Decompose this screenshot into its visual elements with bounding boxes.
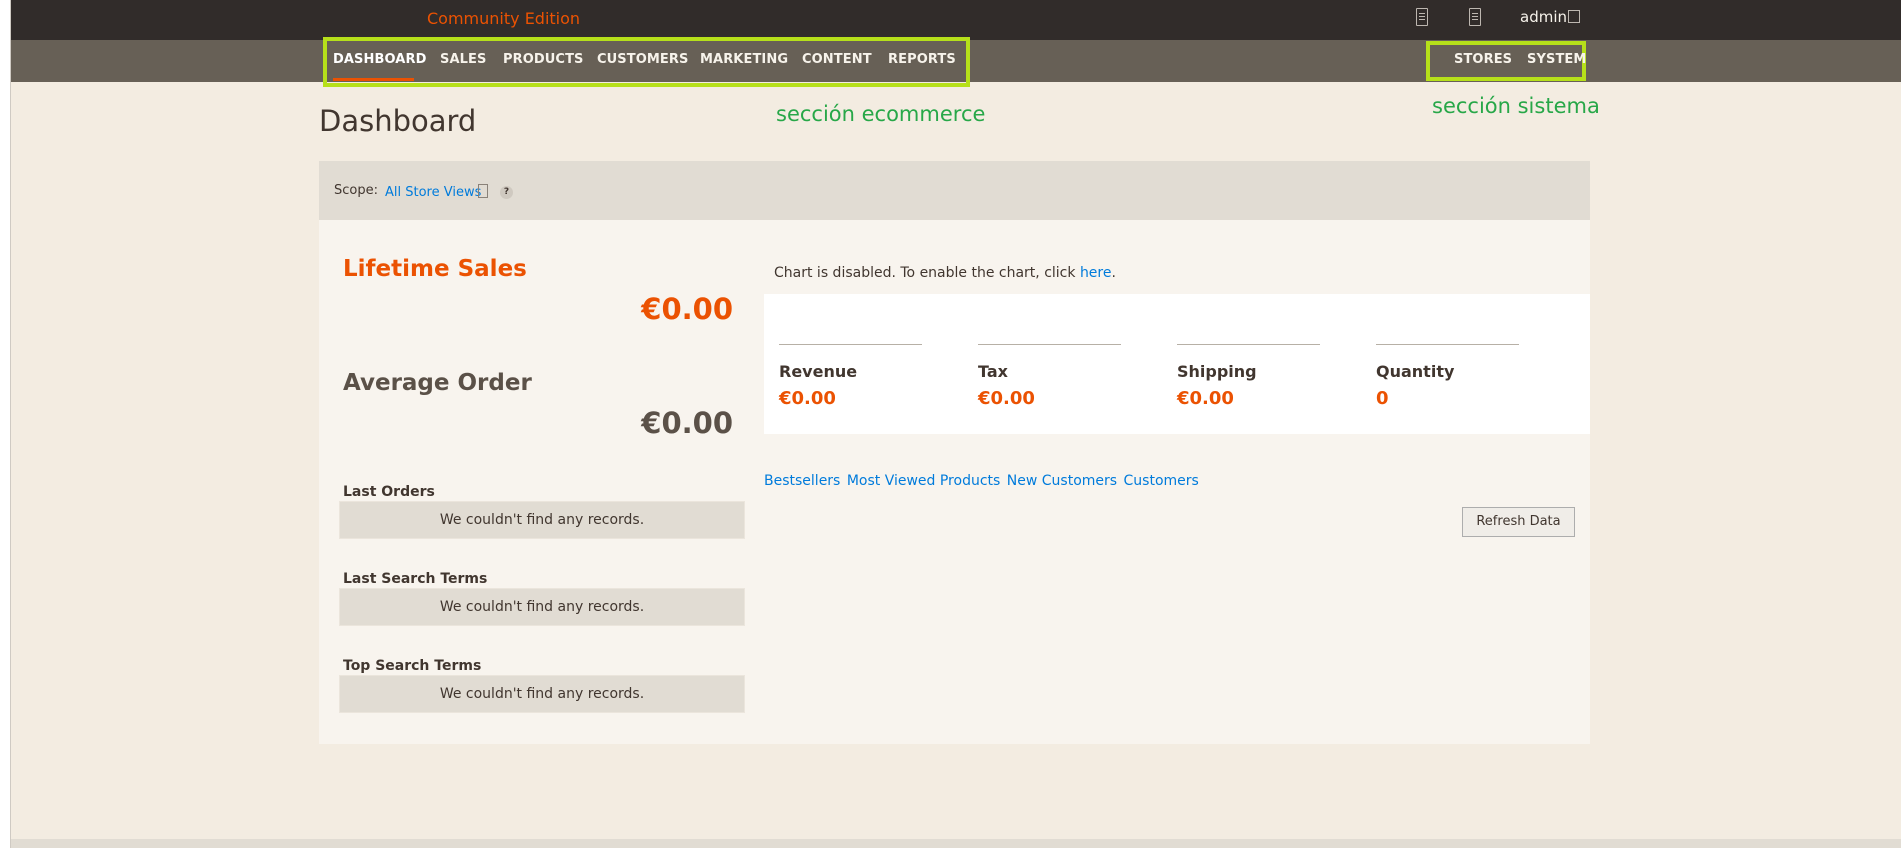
tax-divider <box>978 344 1121 345</box>
revenue-divider <box>779 344 922 345</box>
nav-sales[interactable]: SALES <box>440 52 486 67</box>
shipping-value: €0.00 <box>1177 388 1234 409</box>
system-messages-icon[interactable] <box>1469 8 1481 26</box>
nav-content[interactable]: CONTENT <box>802 52 872 67</box>
top-bar <box>11 0 1901 40</box>
footer-strip <box>11 839 1901 848</box>
last-search-terms-title: Last Search Terms <box>343 571 488 587</box>
quantity-label: Quantity <box>1376 362 1455 381</box>
lifetime-sales-label: Lifetime Sales <box>343 256 527 282</box>
help-icon[interactable]: ? <box>500 186 513 199</box>
notifications-icon[interactable] <box>1416 8 1428 26</box>
dashboard-tabs: Bestsellers Most Viewed Products New Cus… <box>764 473 1201 489</box>
refresh-data-button[interactable]: Refresh Data <box>1462 507 1575 537</box>
chart-disabled-text: Chart is disabled. To enable the chart, … <box>774 265 1076 281</box>
page-title: Dashboard <box>319 104 477 138</box>
top-search-terms-empty: We couldn't find any records. <box>339 675 745 713</box>
average-order-label: Average Order <box>343 370 532 396</box>
average-order-value: €0.00 <box>641 406 733 440</box>
shipping-label: Shipping <box>1177 362 1257 381</box>
quantity-value: 0 <box>1376 388 1389 409</box>
tax-value: €0.00 <box>978 388 1035 409</box>
enable-chart-link[interactable]: here <box>1080 265 1112 281</box>
user-icon <box>1568 10 1580 23</box>
nav-dashboard[interactable]: DASHBOARD <box>333 52 426 67</box>
last-orders-title: Last Orders <box>343 484 435 500</box>
quantity-divider <box>1376 344 1519 345</box>
left-edge <box>0 0 11 848</box>
tab-customers[interactable]: Customers <box>1124 473 1199 489</box>
revenue-label: Revenue <box>779 362 858 381</box>
revenue-value: €0.00 <box>779 388 836 409</box>
scope-switcher[interactable]: All Store Views <box>385 185 481 200</box>
user-name: admin <box>1520 8 1567 26</box>
nav-customers[interactable]: CUSTOMERS <box>597 52 688 67</box>
active-nav-indicator <box>333 78 414 81</box>
tab-new-customers[interactable]: New Customers <box>1007 473 1117 489</box>
tab-bestsellers[interactable]: Bestsellers <box>764 473 840 489</box>
nav-marketing[interactable]: MARKETING <box>700 52 788 67</box>
chart-disabled-message: Chart is disabled. To enable the chart, … <box>774 265 1116 281</box>
chart-message-period: . <box>1111 265 1116 281</box>
ecommerce-section-annotation: sección ecommerce <box>776 102 986 126</box>
last-search-terms-empty: We couldn't find any records. <box>339 588 745 626</box>
nav-products[interactable]: PRODUCTS <box>503 52 584 67</box>
scope-label: Scope: <box>334 183 378 198</box>
nav-system[interactable]: SYSTEM <box>1527 52 1586 67</box>
nav-reports[interactable]: REPORTS <box>888 52 956 67</box>
user-menu[interactable]: admin <box>1520 8 1580 26</box>
tab-most-viewed-products[interactable]: Most Viewed Products <box>847 473 1001 489</box>
brand-label: Community Edition <box>427 9 581 28</box>
top-search-terms-title: Top Search Terms <box>343 658 482 674</box>
tax-label: Tax <box>978 362 1008 381</box>
dropdown-icon[interactable] <box>478 184 488 198</box>
shipping-divider <box>1177 344 1320 345</box>
system-section-annotation: sección sistema <box>1432 94 1600 118</box>
lifetime-sales-value: €0.00 <box>641 292 733 326</box>
nav-stores[interactable]: STORES <box>1454 52 1512 67</box>
last-orders-empty: We couldn't find any records. <box>339 501 745 539</box>
